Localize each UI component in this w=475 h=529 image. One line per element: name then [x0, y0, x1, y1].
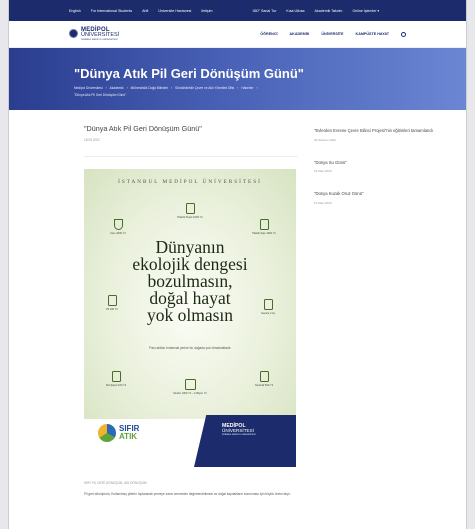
poster-university: İSTANBUL MEDİPOL ÜNİVERSİTESİ	[118, 179, 262, 185]
recent-post-date: 22 Mart 2022	[314, 169, 332, 173]
topbar-link[interactable]: 360° Sanal Tur	[253, 9, 277, 13]
logo-emblem-icon	[69, 29, 78, 39]
poster-item-label: Strafor 1000 Yıl - 1 Milyon Yıl	[173, 392, 207, 395]
topbar-link[interactable]: English	[69, 9, 81, 13]
poster-item: Sentetik 500 Yıl	[244, 371, 284, 387]
topbar-link[interactable]: Online İşlemler ▾	[352, 9, 379, 13]
site-header: MEDİPOL ÜNİVERSİTESİ İSTANBUL MEDİPOL ÜN…	[9, 21, 466, 48]
breadcrumb-item[interactable]: Medipol Üniversitesi	[74, 86, 103, 90]
breadcrumb-item[interactable]: Sürdürülebilir Çevre ve Atık Yönetimi Of…	[175, 86, 234, 90]
synthetic-bottle-icon	[259, 371, 269, 382]
topbar-link[interactable]: Kısa Ulkısa	[286, 9, 304, 13]
content-area: "Dünya Atık Pil Geri Dönüşüm Günü" 18.05…	[9, 110, 466, 497]
poster-item-label: Plastik Poşet 1000 Yıl	[177, 216, 203, 219]
breadcrumb-current: "Dünya Atık Pil Geri Dönüşüm Günü"	[74, 93, 127, 97]
poster-item: Cam 4000 Yıl	[98, 219, 138, 235]
top-utility-bar: English For International Students Ahfl …	[9, 0, 466, 21]
poster-item-label: Süt Şişesi 100 Yıl	[105, 384, 127, 387]
poster-item-label: Cam 4000 Yıl	[110, 232, 126, 235]
university-logo[interactable]: MEDİPOL ÜNİVERSİTESİ İSTANBUL MEDİPOL ÜN…	[69, 27, 119, 41]
recent-post-title[interactable]: "Dünya Kuzak Oruz Günü"	[314, 191, 434, 197]
article-paragraph: Pil geri dönüşümü, Kullanılmış pillerin …	[84, 492, 291, 496]
breadcrumb-item[interactable]: Haberler	[241, 86, 253, 90]
recent-post-date: 10 Mart 2022	[314, 200, 332, 205]
article-date: 18.05.2022	[84, 138, 100, 142]
article-caption: HER PİL GERİ DÖNÜŞÜM, ADI DÖNÜŞÜM	[84, 481, 147, 485]
recent-post-date: 30 Haziran 2022	[314, 137, 337, 142]
breadcrumb-item[interactable]: Mühendislik Doğa Bilimleri	[131, 86, 168, 90]
zero-waste-text-b: ATIK	[119, 432, 138, 441]
poster-item: Plastik Poşet 1000 Yıl	[170, 203, 210, 219]
breadcrumb-separator: ›	[256, 86, 258, 90]
zero-waste-icon	[98, 424, 116, 442]
page-title: "Dünya Atık Pil Geri Dönüşüm Günü"	[74, 66, 304, 81]
poster-tagline: Pası atıklar bırakmak yerine bu doğada y…	[149, 346, 231, 350]
poster-university-logo: MEDİPOL ÜNİVERSİTESİ İSTANBUL MEDİPOL ÜN…	[222, 423, 256, 436]
main-nav: ÖĞRENCİ AKADEMİK ÜNİVERSİTE KAMPÜSTE HAY…	[260, 31, 406, 37]
plastic-bottle-icon	[259, 219, 269, 230]
page-frame: English For International Students Ahfl …	[8, 0, 467, 529]
article: "Dünya Atık Pil Geri Dönüşüm Günü" 18.05…	[84, 124, 298, 497]
nav-item-ogrenci[interactable]: ÖĞRENCİ	[260, 32, 277, 36]
breadcrumb-separator: ›	[171, 86, 173, 90]
poster-item: Plastik Şişe 1000 Yıl	[244, 219, 284, 235]
poster-logo-sub: İSTANBUL MEDİPOL ÜNİVERSİTESİ	[222, 433, 256, 436]
recent-post[interactable]: "Evlerden Evrene Çevre Bilinci Projesi"n…	[314, 128, 434, 142]
poster-headline-line: yok olmasın	[146, 305, 234, 325]
page-hero: "Dünya Atık Pil Geri Dönüşüm Günü" Medip…	[9, 48, 466, 110]
poster-item: Süt Şişesi 100 Yıl	[96, 371, 136, 387]
glass-icon	[113, 219, 123, 230]
recent-post[interactable]: "Dünya Su Günü" 22 Mart 2022	[314, 160, 434, 174]
nav-item-akademik[interactable]: AKADEMİK	[290, 32, 310, 36]
recent-post[interactable]: "Dünya Kuzak Oruz Günü" 10 Mart 2022	[314, 191, 434, 205]
plastic-bag-icon	[185, 203, 195, 214]
breadcrumb-separator: ›	[237, 86, 239, 90]
recent-post-title[interactable]: "Evlerden Evrene Çevre Bilinci Projesi"n…	[314, 128, 434, 134]
styrofoam-icon	[184, 379, 196, 390]
poster-headline: Dünyanın ekolojik dengesi bozulmasın, do…	[84, 238, 296, 325]
recent-posts-sidebar: "Evlerden Evrene Çevre Bilinci Projesi"n…	[314, 124, 434, 497]
topbar-link[interactable]: Üniversite Hastanesi	[158, 9, 191, 13]
poster-item: Strafor 1000 Yıl - 1 Milyon Yıl	[160, 379, 220, 395]
zero-waste-logo: SIFIR ATIK	[98, 424, 139, 442]
recent-post-title[interactable]: "Dünya Su Günü"	[314, 160, 434, 166]
zero-waste-text: SIFIR ATIK	[119, 425, 139, 441]
topbar-link[interactable]: Akademik Takvim	[315, 9, 343, 13]
nav-item-kampuste-hayat[interactable]: KAMPÜSTE HAYAT	[356, 32, 389, 36]
breadcrumb: Medipol Üniversitesi › Akademik › Mühend…	[74, 86, 304, 97]
breadcrumb-separator: ›	[105, 86, 107, 90]
search-icon[interactable]	[401, 31, 406, 37]
poster-item-label: Sentetik 500 Yıl	[254, 384, 274, 387]
article-title: "Dünya Atık Pil Geri Dönüşüm Günü"	[84, 124, 202, 133]
logo-sub-text: İSTANBUL MEDİPOL ÜNİVERSİTESİ	[81, 38, 118, 41]
breadcrumb-item[interactable]: Akademik	[110, 86, 124, 90]
logo-text: MEDİPOL ÜNİVERSİTESİ İSTANBUL MEDİPOL ÜN…	[81, 27, 119, 41]
poster-item-label: Plastik Şişe 1000 Yıl	[252, 232, 276, 235]
divider	[84, 156, 298, 157]
breadcrumb-separator: ›	[126, 86, 128, 90]
topbar-link[interactable]: Ahfl	[142, 9, 148, 13]
nav-item-universite[interactable]: ÜNİVERSİTE	[321, 32, 343, 36]
milk-bottle-icon	[111, 371, 121, 382]
logo-mid-text: ÜNİVERSİTESİ	[81, 32, 120, 39]
article-poster-image: İSTANBUL MEDİPOL ÜNİVERSİTESİ Plastik Po…	[84, 169, 296, 467]
topbar-link[interactable]: Iletişim	[201, 9, 212, 13]
topbar-link[interactable]: For International Students	[91, 9, 132, 13]
